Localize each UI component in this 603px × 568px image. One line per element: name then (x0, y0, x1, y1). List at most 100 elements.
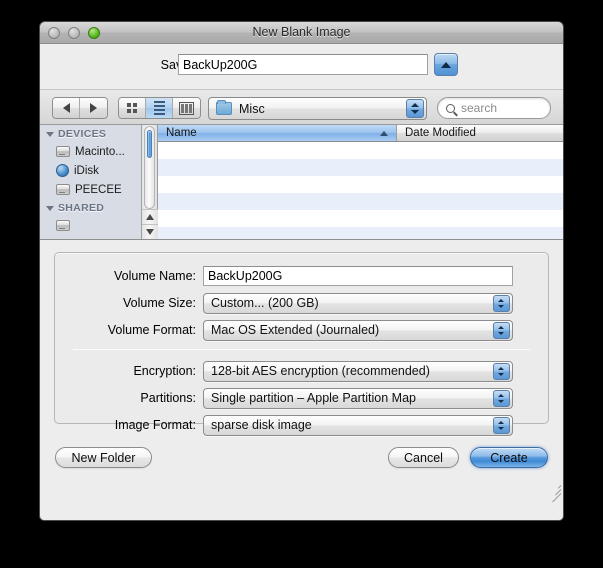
image-options-group-box: Volume Name: BackUp200G Volume Size: Cus… (54, 252, 549, 436)
encryption-label: Encryption: (133, 364, 196, 378)
form-divider (73, 349, 530, 350)
sidebar-item-peecee[interactable]: PEECEE (40, 180, 141, 199)
save-as-input[interactable]: BackUp200G (178, 54, 428, 75)
hard-drive-icon (56, 220, 70, 231)
column-header-date-modified[interactable]: Date Modified (397, 125, 563, 141)
column-header-name[interactable]: Name (158, 125, 397, 141)
sidebar-item-idisk[interactable]: iDisk (40, 161, 141, 180)
scroll-up-button[interactable] (142, 209, 158, 224)
list-view-button[interactable] (146, 98, 173, 118)
image-format-value: sparse disk image (211, 418, 312, 432)
search-placeholder: search (461, 101, 498, 115)
save-as-row: Save As: BackUp200G (40, 44, 563, 89)
forward-button[interactable] (80, 98, 107, 118)
image-format-label: Image Format: (114, 418, 196, 432)
list-icon (153, 101, 165, 115)
resize-grip[interactable] (547, 482, 562, 503)
triangle-down-icon (146, 229, 154, 235)
sidebar-section-devices-label: DEVICES (58, 128, 107, 140)
triangle-up-icon (146, 214, 154, 220)
field-row-encryption: Encryption: 128-bit AES encryption (reco… (55, 358, 548, 384)
updown-arrows-icon[interactable] (493, 389, 510, 407)
disclosure-triangle-button[interactable] (434, 53, 458, 76)
list-row[interactable] (158, 210, 563, 227)
list-row[interactable] (158, 159, 563, 176)
sidebar-section-shared-label: SHARED (58, 202, 105, 214)
updown-arrows-icon[interactable] (493, 416, 510, 434)
list-row[interactable] (158, 227, 563, 239)
field-row-volume-name: Volume Name: BackUp200G (55, 263, 548, 289)
hard-drive-icon (56, 146, 70, 157)
search-input[interactable]: search (437, 97, 551, 119)
sidebar-item-label: Macinto... (75, 145, 125, 158)
scrollbar-thumb[interactable] (147, 130, 152, 158)
volume-format-popup[interactable]: Mac OS Extended (Journaled) (203, 319, 513, 341)
sidebar-section-shared[interactable]: SHARED (40, 199, 141, 216)
sidebar-section-devices[interactable]: DEVICES (40, 125, 141, 142)
sidebar-item-partial[interactable] (40, 216, 141, 235)
arrow-left-icon (62, 103, 70, 113)
file-list-column-header: Name Date Modified (158, 125, 563, 142)
partitions-label: Partitions: (140, 391, 196, 405)
column-header-date-modified-label: Date Modified (405, 127, 476, 139)
globe-icon (56, 164, 69, 177)
icon-view-button[interactable] (119, 98, 146, 118)
sort-ascending-icon (380, 131, 388, 136)
sidebar-item-label: PEECEE (75, 183, 122, 196)
encryption-value: 128-bit AES encryption (recommended) (211, 364, 430, 378)
file-list[interactable]: Name Date Modified (158, 125, 563, 239)
search-icon (446, 103, 455, 113)
chevron-down-icon (46, 205, 54, 211)
view-mode-buttons (118, 97, 201, 119)
file-list-scrollbar[interactable] (142, 125, 158, 239)
volume-size-popup[interactable]: Custom... (200 GB) (203, 292, 513, 314)
updown-arrows-icon[interactable] (406, 99, 424, 118)
volume-size-label: Volume Size: (123, 296, 196, 310)
field-row-volume-format: Volume Format: Mac OS Extended (Journale… (55, 317, 548, 343)
window-titlebar[interactable]: New Blank Image (40, 22, 563, 44)
window-title: New Blank Image (252, 25, 351, 39)
dialog-button-bar: New Folder Cancel Create (40, 438, 563, 503)
back-button[interactable] (53, 98, 80, 118)
browser-toolbar: Misc search (40, 89, 563, 125)
arrow-right-icon (90, 103, 97, 113)
create-button[interactable]: Create (470, 447, 548, 468)
folder-icon (216, 100, 232, 115)
partitions-value: Single partition – Apple Partition Map (211, 391, 416, 405)
location-popup-value: Misc (239, 101, 265, 116)
new-folder-button[interactable]: New Folder (55, 447, 152, 468)
column-view-button[interactable] (173, 98, 200, 118)
partitions-popup[interactable]: Single partition – Apple Partition Map (203, 387, 513, 409)
volume-size-value: Custom... (200 GB) (211, 296, 319, 310)
file-browser: DEVICES Macinto... iDisk PEECEE SHARED N… (40, 125, 563, 240)
scroll-down-button[interactable] (142, 224, 158, 239)
updown-arrows-icon[interactable] (493, 294, 510, 312)
columns-icon (179, 101, 194, 115)
location-popup-button[interactable]: Misc (208, 97, 427, 120)
updown-arrows-icon[interactable] (493, 362, 510, 380)
volume-name-label: Volume Name: (114, 269, 196, 283)
field-row-partitions: Partitions: Single partition – Apple Par… (55, 385, 548, 411)
triangle-up-icon (441, 61, 451, 68)
image-options-panel: Volume Name: BackUp200G Volume Size: Cus… (40, 240, 563, 438)
new-blank-image-window: New Blank Image Save As: BackUp200G (39, 21, 564, 521)
list-row[interactable] (158, 176, 563, 193)
image-format-popup[interactable]: sparse disk image (203, 414, 513, 436)
sidebar-item-label: iDisk (74, 164, 99, 177)
volume-format-label: Volume Format: (107, 323, 196, 337)
encryption-popup[interactable]: 128-bit AES encryption (recommended) (203, 360, 513, 382)
volume-name-input[interactable]: BackUp200G (203, 266, 513, 286)
sidebar-item-macintosh[interactable]: Macinto... (40, 142, 141, 161)
sidebar: DEVICES Macinto... iDisk PEECEE SHARED (40, 125, 142, 239)
navigation-buttons (52, 97, 108, 119)
list-row[interactable] (158, 142, 563, 159)
field-row-image-format: Image Format: sparse disk image (55, 412, 548, 438)
grid-icon (127, 103, 137, 113)
column-header-name-label: Name (166, 127, 197, 139)
updown-arrows-icon[interactable] (493, 321, 510, 339)
list-row[interactable] (158, 193, 563, 210)
chevron-down-icon (46, 131, 54, 137)
scrollbar-track[interactable] (144, 126, 155, 209)
hard-drive-icon (56, 184, 70, 195)
cancel-button[interactable]: Cancel (388, 447, 459, 468)
